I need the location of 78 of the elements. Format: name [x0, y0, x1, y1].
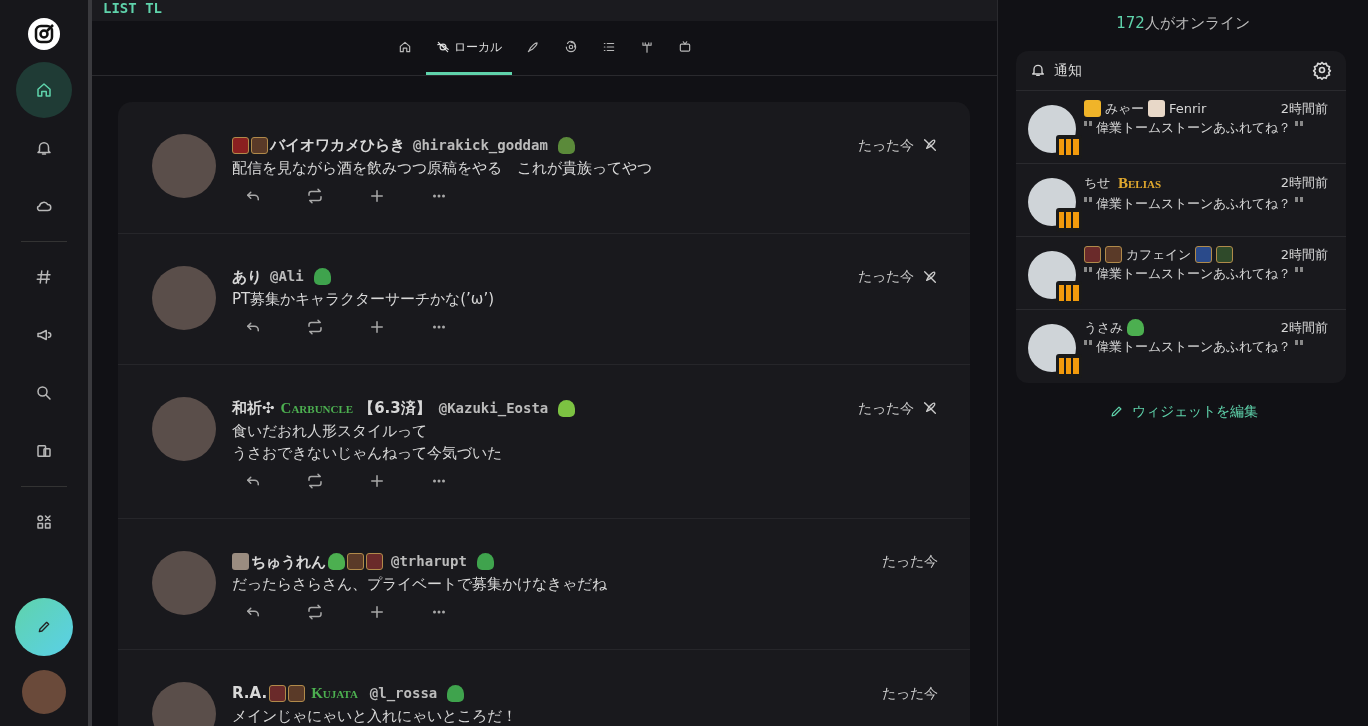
edit-widgets-link[interactable]: ウィジェットを編集: [1108, 400, 1258, 422]
broccoli-icon: [447, 684, 465, 702]
settings-icon[interactable]: [1312, 60, 1332, 80]
post-time[interactable]: たった今: [882, 682, 938, 704]
orbit-icon[interactable]: [563, 39, 578, 54]
pages-icon[interactable]: [35, 442, 53, 460]
broccoli-icon: [313, 268, 331, 286]
column-title: LIST TL: [92, 0, 997, 21]
hashtag-icon[interactable]: [35, 268, 53, 286]
online-count: 172人がオンライン: [1115, 13, 1251, 34]
planet-icon[interactable]: [435, 39, 450, 54]
notification-text: 偉業トームストーンあふれてね？: [1096, 338, 1291, 356]
quote-icon: [1084, 121, 1092, 126]
widget-title: 通知: [1054, 60, 1082, 80]
bell-icon[interactable]: [35, 139, 53, 157]
user-name: バイオワカメひらき: [270, 135, 405, 156]
user-handle[interactable]: @hirakick_goddam: [413, 134, 548, 156]
post-time[interactable]: たった今: [858, 397, 914, 419]
quote-icon: [1295, 267, 1303, 272]
post-text: メインじゃにゃいと入れにゃいところだ！: [232, 705, 518, 726]
user-name: R.A.: [232, 683, 268, 704]
notification-text: 偉業トームストーンあふれてね？: [1096, 265, 1291, 283]
post-text: 食いだおれ人形スタイルって: [232, 420, 428, 442]
home-icon[interactable]: [397, 39, 412, 54]
notification-item[interactable]: うさみ 2時間前 偉業トームストーンあふれてね？: [1016, 309, 1346, 383]
planet-tab[interactable]: ローカル: [425, 21, 512, 75]
bell-icon: [1030, 62, 1046, 78]
user-name: Fenrir: [1169, 99, 1207, 118]
user-name: 【6.3済】: [359, 398, 431, 419]
post-time[interactable]: たった今: [858, 134, 914, 156]
quote-icon: [1295, 340, 1303, 345]
notification-time: 2時間前: [1280, 245, 1328, 264]
photo-emoji-icon: [232, 553, 249, 571]
pencil-icon[interactable]: [36, 619, 52, 635]
user-handle[interactable]: @Kazuki_Eosta: [438, 397, 549, 419]
notification-item[interactable]: ちせ Belias 2時間前 偉業トームストーンあふれてね？: [1016, 163, 1346, 237]
quote-icon: [1084, 267, 1092, 272]
user-name: カフェイン: [1126, 245, 1191, 264]
user-handle[interactable]: @trharupt: [391, 551, 467, 573]
post-text: PT募集かキャラクターサーチかな(’ω’): [232, 289, 495, 310]
post-time[interactable]: たった今: [882, 551, 938, 573]
user-handle[interactable]: @Ali: [270, 266, 304, 288]
quote-icon: [1084, 340, 1092, 345]
user-name: ちゅうれん: [251, 551, 326, 573]
user-name: ちせ: [1084, 174, 1110, 192]
post-text: 配信を見ながら酒を飲みつつ原稿をやる これが貴族ってやつ: [232, 157, 653, 179]
user-name: あり: [232, 266, 262, 288]
quote-icon: [1084, 197, 1092, 202]
quote-icon: [1295, 121, 1303, 126]
user-handle[interactable]: @l_rossa: [369, 682, 438, 704]
user-name: 和祈✣: [232, 398, 275, 419]
tree-icon: [557, 136, 575, 154]
search-icon[interactable]: [35, 384, 53, 402]
server-name: Carbuncle: [280, 399, 354, 418]
tree-icon: [558, 399, 576, 417]
quote-icon: [1295, 197, 1303, 202]
notification-item[interactable]: カフェイン 2時間前 偉業トームストーンあふれてね？: [1016, 236, 1346, 310]
tv-icon[interactable]: [677, 39, 692, 54]
post-time[interactable]: たった今: [858, 266, 914, 288]
notification-item[interactable]: みゃー Fenrir 2時間前 偉業トームストーンあふれてね？: [1016, 90, 1346, 164]
widgets-icon[interactable]: [35, 513, 53, 531]
logo-icon[interactable]: [27, 17, 61, 51]
post-text: うさおできないじゃんねって今気づいた: [232, 442, 503, 464]
notification-time: 2時間前: [1280, 174, 1328, 192]
antenna-icon[interactable]: [639, 39, 654, 54]
server-name: Belias: [1118, 173, 1162, 193]
home-nav-button[interactable]: [16, 62, 72, 118]
notification-text: 偉業トームストーンあふれてね？: [1096, 119, 1291, 137]
user-name: うさみ: [1084, 318, 1123, 337]
user-name: みゃー: [1105, 99, 1144, 118]
home-icon[interactable]: [35, 81, 53, 99]
broccoli-icon: [476, 553, 494, 571]
server-name: Kujata: [311, 684, 358, 703]
notification-text: 偉業トームストーンあふれてね？: [1096, 195, 1291, 213]
notification-time: 2時間前: [1280, 99, 1328, 118]
notification-time: 2時間前: [1280, 318, 1328, 337]
post-text: だったらさらさん、プライベートで募集かけなきゃだね: [232, 574, 608, 595]
compose-button[interactable]: [15, 598, 73, 656]
